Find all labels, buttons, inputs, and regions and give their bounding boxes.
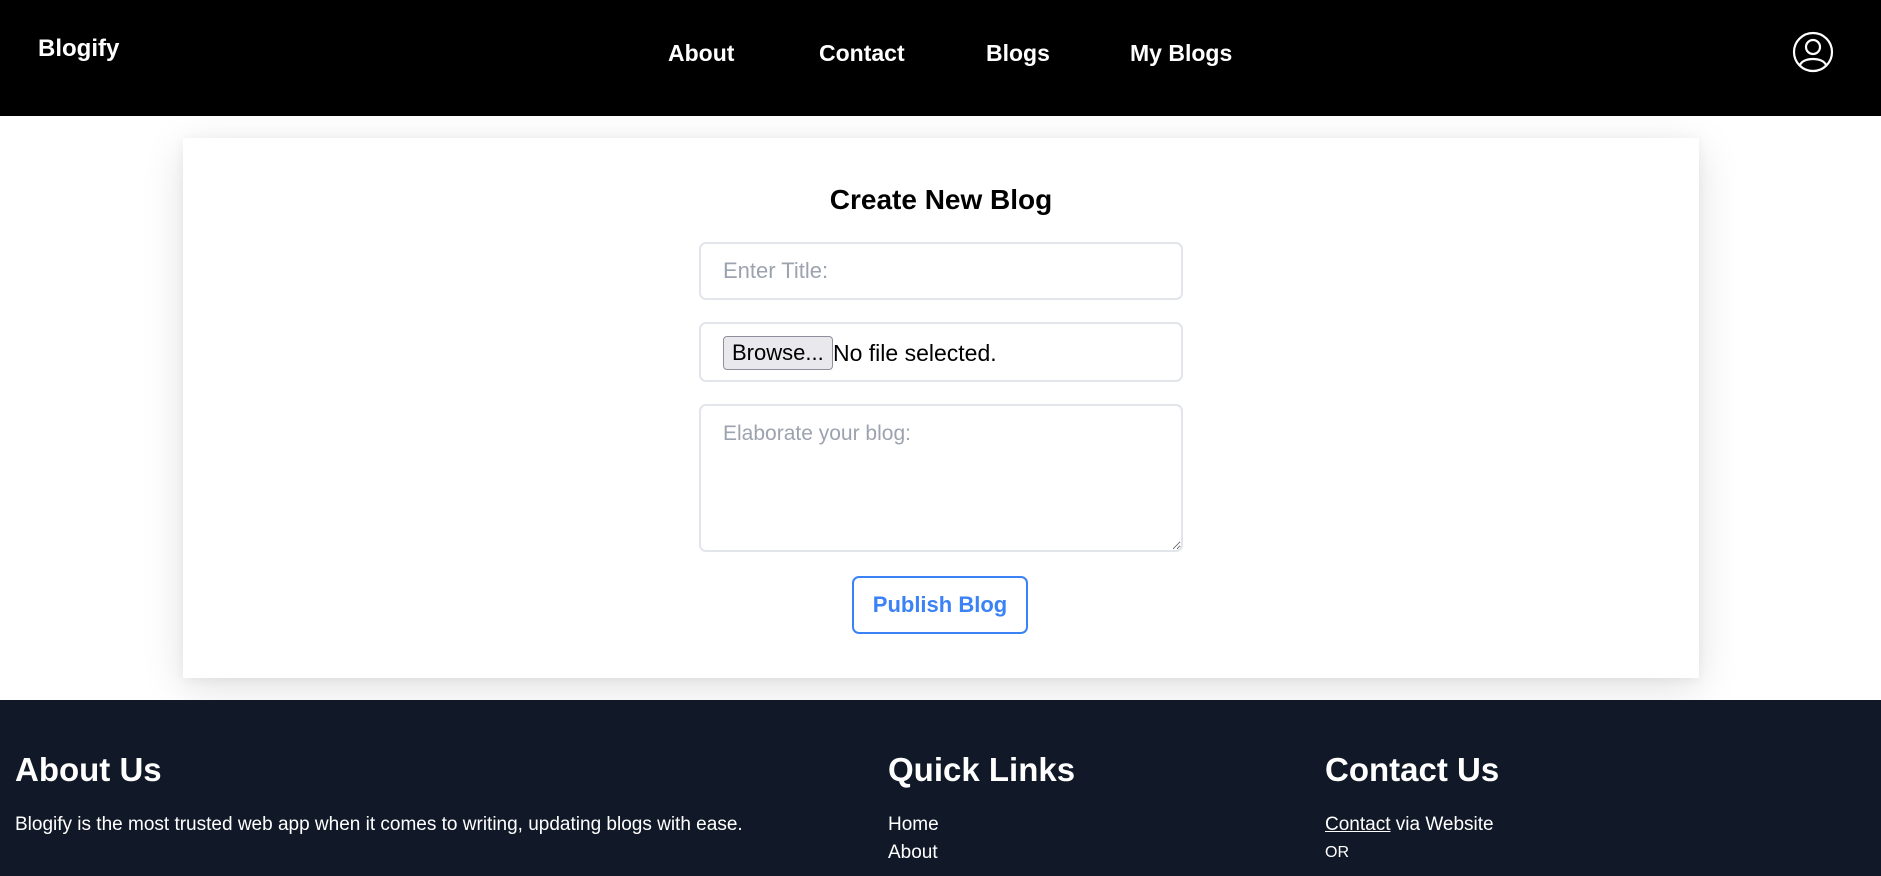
main-nav: About Contact Blogs My Blogs bbox=[0, 40, 1881, 70]
file-status-text: No file selected. bbox=[833, 340, 997, 366]
blog-body-textarea[interactable] bbox=[699, 404, 1183, 552]
nav-link-my-blogs[interactable]: My Blogs bbox=[1130, 40, 1232, 67]
footer-link-home[interactable]: Home bbox=[888, 811, 1075, 839]
title-input[interactable] bbox=[699, 242, 1183, 300]
create-blog-card: Create New Blog Browse... No file select… bbox=[183, 138, 1699, 678]
nav-link-blogs[interactable]: Blogs bbox=[986, 40, 1050, 67]
footer-about-section: About Us Blogify is the most trusted web… bbox=[15, 748, 743, 836]
footer-about-text: Blogify is the most trusted web app when… bbox=[15, 814, 743, 835]
user-circle-icon[interactable] bbox=[1792, 31, 1834, 73]
page-title: Create New Blog bbox=[829, 184, 1053, 215]
top-navbar: Blogify About Contact Blogs My Blogs bbox=[0, 0, 1881, 116]
quick-links-list: Home About bbox=[888, 811, 1075, 867]
browse-button[interactable]: Browse... bbox=[723, 336, 833, 370]
contact-link[interactable]: Contact bbox=[1325, 814, 1390, 835]
contact-line: Contact via Website bbox=[1325, 811, 1499, 839]
image-upload-field: Browse... No file selected. bbox=[699, 322, 1183, 382]
footer-about-heading: About Us bbox=[15, 751, 162, 788]
footer-quick-links-section: Quick Links Home About bbox=[888, 748, 1075, 867]
site-footer: About Us Blogify is the most trusted web… bbox=[0, 700, 1881, 876]
nav-link-about[interactable]: About bbox=[668, 40, 734, 67]
footer-link-about[interactable]: About bbox=[888, 839, 1075, 867]
footer-contact-heading: Contact Us bbox=[1325, 751, 1500, 788]
footer-quick-links-heading: Quick Links bbox=[888, 751, 1076, 788]
nav-link-contact[interactable]: Contact bbox=[819, 40, 905, 67]
or-text: OR bbox=[1325, 844, 1349, 861]
publish-blog-button[interactable]: Publish Blog bbox=[852, 576, 1028, 634]
contact-suffix: via Website bbox=[1390, 814, 1494, 835]
footer-contact-section: Contact Us Contact via Website OR bbox=[1325, 748, 1499, 867]
